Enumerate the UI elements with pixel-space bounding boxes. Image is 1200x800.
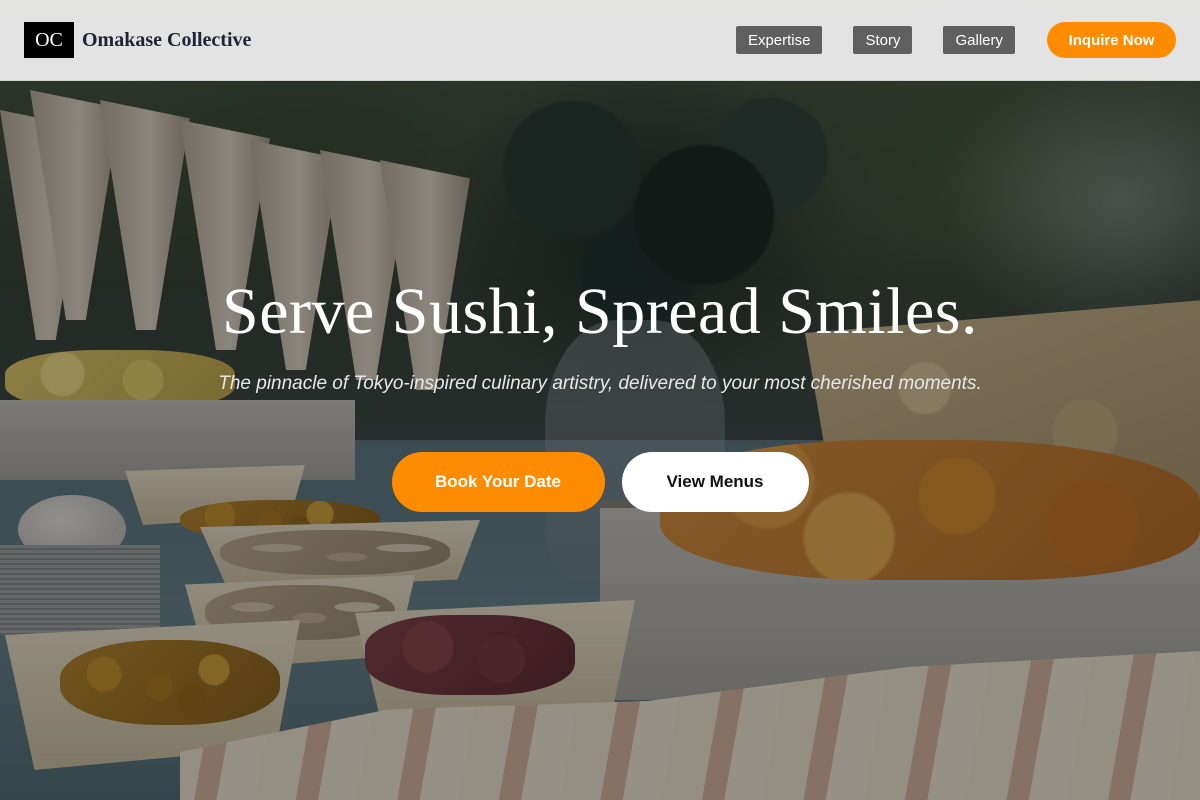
- hero-section: Serve Sushi, Spread Smiles. The pinnacle…: [0, 0, 1200, 800]
- logo-mark: OC: [24, 22, 74, 58]
- brand-logo[interactable]: OC Omakase Collective: [24, 22, 251, 58]
- site-header: OC Omakase Collective Expertise Story Ga…: [0, 0, 1200, 81]
- nav-link-gallery[interactable]: Gallery: [943, 26, 1015, 54]
- nav-link-story[interactable]: Story: [853, 26, 913, 54]
- hero-title: Serve Sushi, Spread Smiles.: [222, 275, 978, 348]
- nav-link-expertise[interactable]: Expertise: [735, 26, 823, 54]
- hero-cta-group: Book Your Date View Menus: [0, 452, 1200, 512]
- hero-content: Serve Sushi, Spread Smiles. The pinnacle…: [0, 270, 1200, 512]
- hero-subtitle: The pinnacle of Tokyo-inspired culinary …: [218, 373, 982, 394]
- main-nav: Expertise Story Gallery Inquire Now: [735, 22, 1176, 58]
- inquire-now-button[interactable]: Inquire Now: [1047, 22, 1176, 58]
- brand-name: Omakase Collective: [82, 28, 252, 51]
- book-your-date-button[interactable]: Book Your Date: [391, 452, 605, 512]
- view-menus-button[interactable]: View Menus: [621, 452, 809, 512]
